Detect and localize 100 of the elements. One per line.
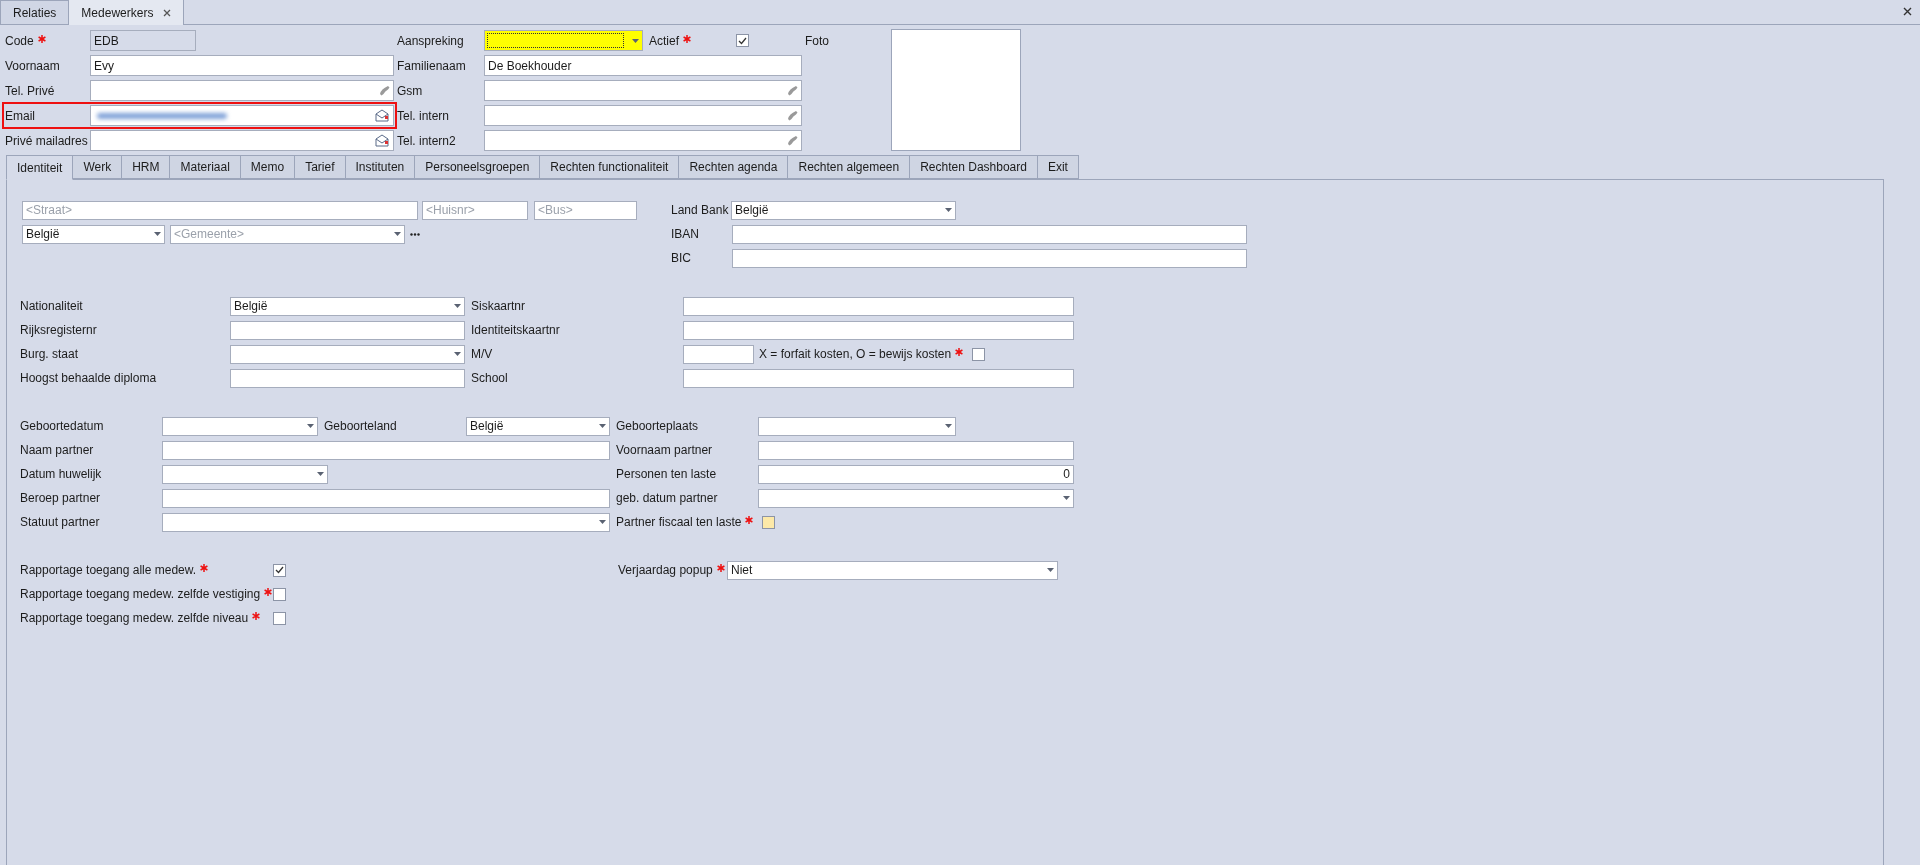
field-label: Nationaliteit	[20, 299, 83, 313]
text-field[interactable]	[732, 248, 1247, 268]
text-field[interactable]	[162, 440, 610, 460]
field-label: Beroep partner	[20, 491, 101, 505]
tab[interactable]: Rechten agenda	[678, 155, 789, 179]
caret-icon[interactable]	[394, 232, 401, 236]
text-field[interactable]	[162, 488, 610, 508]
caret-icon[interactable]	[317, 472, 324, 476]
caret-icon[interactable]	[632, 38, 639, 43]
caret-icon[interactable]	[599, 424, 606, 428]
phone-field[interactable]	[484, 80, 802, 101]
caret-icon[interactable]	[154, 232, 161, 236]
phone-field[interactable]	[484, 130, 802, 151]
document-tab[interactable]: Medewerkers	[68, 0, 185, 25]
text-field[interactable]	[230, 368, 465, 388]
field-label: Geboorteplaats	[616, 419, 699, 433]
tab[interactable]: Personeelsgroepen	[414, 155, 541, 179]
caret-icon[interactable]	[945, 424, 952, 428]
field-label: Voornaam	[5, 58, 60, 73]
check-icon	[738, 36, 747, 45]
checkbox[interactable]	[972, 347, 985, 361]
field-label: Geboortedatum	[20, 419, 104, 433]
checkbox[interactable]	[273, 563, 286, 577]
checkbox[interactable]	[762, 515, 775, 529]
email-field[interactable]	[90, 130, 394, 151]
caret-icon[interactable]	[307, 424, 314, 428]
checkbox[interactable]	[273, 587, 286, 601]
tab[interactable]: Identiteit	[6, 155, 74, 180]
tab[interactable]: Rechten algemeen	[787, 155, 911, 179]
field-label: Email	[5, 108, 35, 123]
caret-icon[interactable]	[454, 304, 461, 308]
field-label: BIC	[671, 251, 691, 265]
field-label: Tel. intern2	[397, 133, 456, 148]
field-label: Partner fiscaal ten laste	[616, 515, 742, 529]
phone-icon	[787, 134, 798, 147]
field-label: Verjaardag popup	[618, 563, 713, 577]
field-label: Voornaam partner	[616, 443, 713, 457]
dropdown[interactable]: België	[22, 224, 165, 244]
close-icon[interactable]	[163, 8, 172, 17]
text-field[interactable]: Evy	[90, 55, 394, 76]
mail-icon[interactable]	[375, 109, 390, 122]
phone-field[interactable]	[90, 80, 394, 101]
field-label: Tel. intern	[397, 108, 450, 123]
caret-icon[interactable]	[454, 352, 461, 356]
document-tab[interactable]: Relaties	[0, 0, 70, 24]
phone-icon	[787, 109, 798, 122]
field-label: Rapportage toegang medew. zelfde niveau	[20, 611, 249, 625]
tab[interactable]: Tarief	[294, 155, 346, 179]
field-label: Actief	[649, 33, 679, 48]
field-label: Rijksregisternr	[20, 323, 97, 337]
field-label: Geboorteland	[324, 419, 397, 433]
text-field[interactable]: 0	[758, 464, 1074, 484]
text-field[interactable]	[683, 296, 1074, 316]
tab[interactable]: Rechten Dashboard	[909, 155, 1038, 179]
field-label: Statuut partner	[20, 515, 100, 529]
email-field[interactable]	[90, 105, 394, 126]
field-label: Burg. staat	[20, 347, 79, 361]
tab[interactable]: HRM	[121, 155, 171, 179]
text-field[interactable]: De Boekhouder	[484, 55, 802, 76]
field-label: IBAN	[671, 227, 699, 241]
tab[interactable]: Werk	[72, 155, 123, 179]
checkbox[interactable]	[736, 34, 749, 47]
phone-field[interactable]	[484, 105, 802, 126]
caret-icon[interactable]	[1063, 496, 1070, 500]
dropdown[interactable]: Niet	[727, 560, 1058, 580]
field-label: Rapportage toegang medew. zelfde vestiging	[20, 587, 261, 601]
text-field[interactable]	[683, 344, 754, 364]
focused-dropdown[interactable]	[484, 30, 643, 51]
field-label: Gsm	[397, 83, 423, 98]
tab[interactable]: Rechten functionaliteit	[539, 155, 680, 179]
text-field[interactable]	[230, 320, 465, 340]
photo-frame[interactable]	[891, 29, 1021, 151]
dropdown[interactable]: België	[731, 200, 956, 220]
phone-icon	[787, 84, 798, 97]
close-icon[interactable]	[1903, 7, 1912, 16]
field-label: Hoogst behaalde diploma	[20, 371, 157, 385]
field-label: Foto	[805, 33, 829, 48]
check-icon	[275, 566, 284, 574]
mail-icon[interactable]	[375, 134, 390, 147]
caret-icon[interactable]	[599, 520, 606, 524]
tab[interactable]: Materiaal	[169, 155, 241, 179]
caret-icon[interactable]	[945, 208, 952, 212]
tab[interactable]: Exit	[1036, 155, 1079, 179]
dropdown[interactable]: België	[466, 416, 610, 436]
dropdown[interactable]: België	[230, 296, 465, 316]
field-label: Aanspreking	[397, 33, 464, 48]
field-label: Tel. Privé	[5, 83, 55, 98]
text-field[interactable]	[758, 440, 1074, 460]
field-label: M/V	[471, 347, 493, 361]
text-field[interactable]	[683, 368, 1074, 388]
field-label: Datum huwelijk	[20, 467, 102, 481]
caret-icon[interactable]	[1047, 568, 1054, 572]
text-field[interactable]	[683, 320, 1074, 340]
tab[interactable]: Instituten	[344, 155, 416, 179]
text-field[interactable]	[732, 224, 1247, 244]
ellipsis-icon[interactable]	[410, 232, 420, 236]
field-label: Personen ten laste	[616, 467, 717, 481]
tab[interactable]: Memo	[239, 155, 296, 179]
checkbox[interactable]	[273, 611, 286, 625]
field-label: X = forfait kosten, O = bewijs kosten	[759, 347, 952, 361]
